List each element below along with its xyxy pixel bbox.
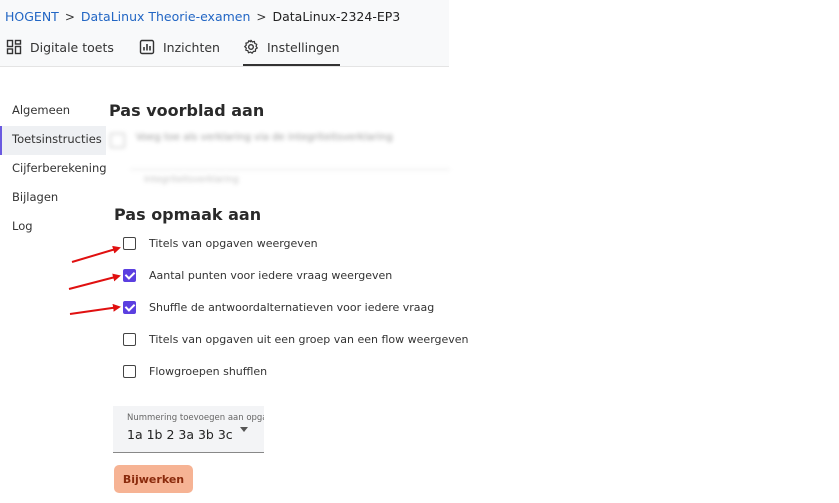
blurred-field-underline: [130, 169, 450, 170]
option-aantal-punten[interactable]: Aantal punten voor iedere vraag weergeve…: [123, 267, 392, 283]
settings-sidebar: Algemeen Toetsinstructies Cijferberekeni…: [0, 97, 107, 242]
numbering-select[interactable]: Nummering toevoegen aan opgaven 1a 1b 2 …: [113, 406, 264, 453]
option-titels-flow[interactable]: Titels van opgaven uit een groep van een…: [123, 331, 469, 347]
bar-chart-icon: [139, 39, 155, 55]
tab-instellingen[interactable]: Instellingen: [243, 39, 340, 66]
checkbox[interactable]: [123, 364, 136, 378]
option-label: Titels van opgaven uit een groep van een…: [149, 332, 469, 346]
option-flowgroepen-shufflen[interactable]: Flowgroepen shufflen: [123, 363, 267, 379]
tab-inzichten[interactable]: Inzichten: [139, 39, 220, 66]
red-arrow-annotation: [71, 245, 121, 263]
top-bar: HOGENT > DataLinux Theorie-examen > DataLinu…: [0, 0, 449, 67]
sidebar-item-bijlagen[interactable]: Bijlagen: [0, 184, 106, 213]
breadcrumb-separator: >: [64, 10, 75, 24]
breadcrumb-course-link[interactable]: DataLinux Theorie-examen: [81, 9, 251, 24]
sidebar-item-log[interactable]: Log: [0, 213, 106, 242]
option-label: Flowgroepen shufflen: [149, 364, 268, 378]
format-heading: Pas opmaak aan: [114, 205, 262, 224]
option-shuffle-antwoorden[interactable]: Shuffle de antwoordalternatieven voor ie…: [123, 299, 434, 315]
checkbox[interactable]: [123, 236, 136, 250]
tab-label: Inzichten: [163, 40, 220, 55]
breadcrumb-hogent-link[interactable]: HOGENT: [5, 9, 59, 24]
red-arrow-annotation: [69, 303, 121, 315]
tab-label: Instellingen: [267, 40, 340, 55]
option-titels-weergeven[interactable]: Titels van opgaven weergeven: [123, 235, 318, 251]
cover-heading: Pas voorblad aan: [109, 101, 265, 120]
tab-label: Digitale toets: [30, 40, 114, 55]
breadcrumb-current: DataLinux-2324-EP3: [272, 9, 401, 24]
gear-icon: [244, 39, 258, 54]
breadcrumb-separator: >: [256, 10, 267, 24]
checkbox-checked[interactable]: [123, 268, 136, 282]
update-button[interactable]: Bijwerken: [114, 465, 193, 493]
tab-digitale-toets[interactable]: Digitale toets: [6, 39, 114, 66]
blurred-field-label: Integriteitsverklaring: [144, 175, 239, 185]
breadcrumb: HOGENT > DataLinux Theorie-examen > DataLinu…: [5, 9, 400, 24]
numbering-select-label: Nummering toevoegen aan opgaven: [127, 413, 264, 423]
checkbox[interactable]: [123, 332, 136, 346]
sidebar-item-algemeen[interactable]: Algemeen: [0, 97, 106, 126]
option-label: Titels van opgaven weergeven: [149, 236, 318, 250]
dashboard-icon: [6, 39, 22, 55]
red-arrow-annotation: [68, 273, 121, 290]
blurred-checkbox: [110, 133, 125, 148]
dropdown-arrow-icon[interactable]: [240, 427, 248, 432]
sidebar-item-toetsinstructies[interactable]: Toetsinstructies: [0, 126, 106, 155]
blurred-cover-section: Voeg toe als verklaring via de integrite…: [106, 125, 458, 195]
checkbox-checked[interactable]: [123, 300, 136, 314]
numbering-select-value: 1a 1b 2 3a 3b 3c: [127, 427, 233, 442]
option-label: Aantal punten voor iedere vraag weergeve…: [149, 268, 393, 282]
option-label: Shuffle de antwoordalternatieven voor ie…: [149, 300, 435, 314]
sidebar-item-cijferberekening[interactable]: Cijferberekening: [0, 155, 107, 184]
blurred-option-label: Voeg toe als verklaring via de integrite…: [136, 132, 393, 143]
